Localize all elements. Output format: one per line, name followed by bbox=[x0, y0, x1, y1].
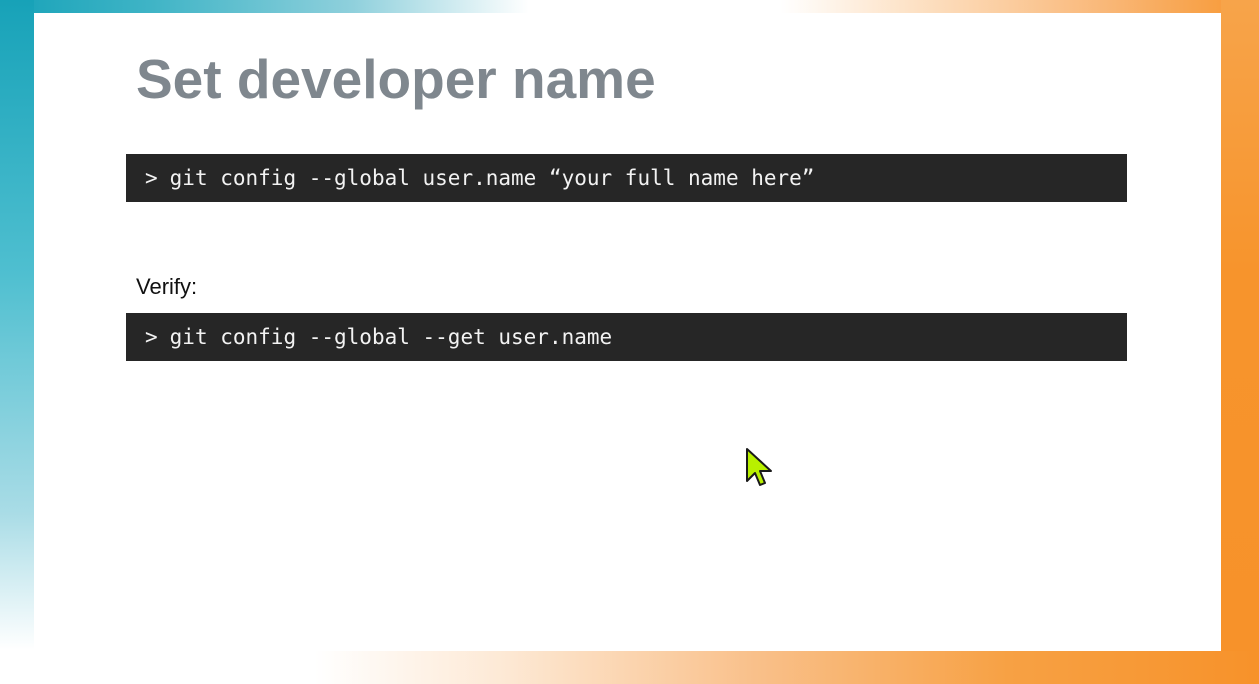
top-gradient-border bbox=[0, 0, 1259, 13]
right-gradient-border bbox=[1221, 0, 1259, 684]
code-block-set-name: > git config --global user.name “your fu… bbox=[126, 154, 1127, 202]
slide-canvas: Set developer name > git config --global… bbox=[34, 13, 1221, 651]
code-prompt: > bbox=[145, 166, 158, 190]
presentation-frame: Set developer name > git config --global… bbox=[0, 0, 1259, 684]
code-prompt: > bbox=[145, 325, 158, 349]
left-gradient-border bbox=[0, 0, 34, 684]
code-command: git config --global user.name “your full… bbox=[169, 166, 815, 190]
bottom-gradient-border bbox=[0, 651, 1259, 684]
mouse-pointer-icon bbox=[746, 448, 772, 486]
code-block-verify-name: > git config --global --get user.name bbox=[126, 313, 1127, 361]
slide-title: Set developer name bbox=[136, 48, 656, 110]
code-command: git config --global --get user.name bbox=[169, 325, 613, 349]
verify-label: Verify: bbox=[136, 274, 198, 299]
